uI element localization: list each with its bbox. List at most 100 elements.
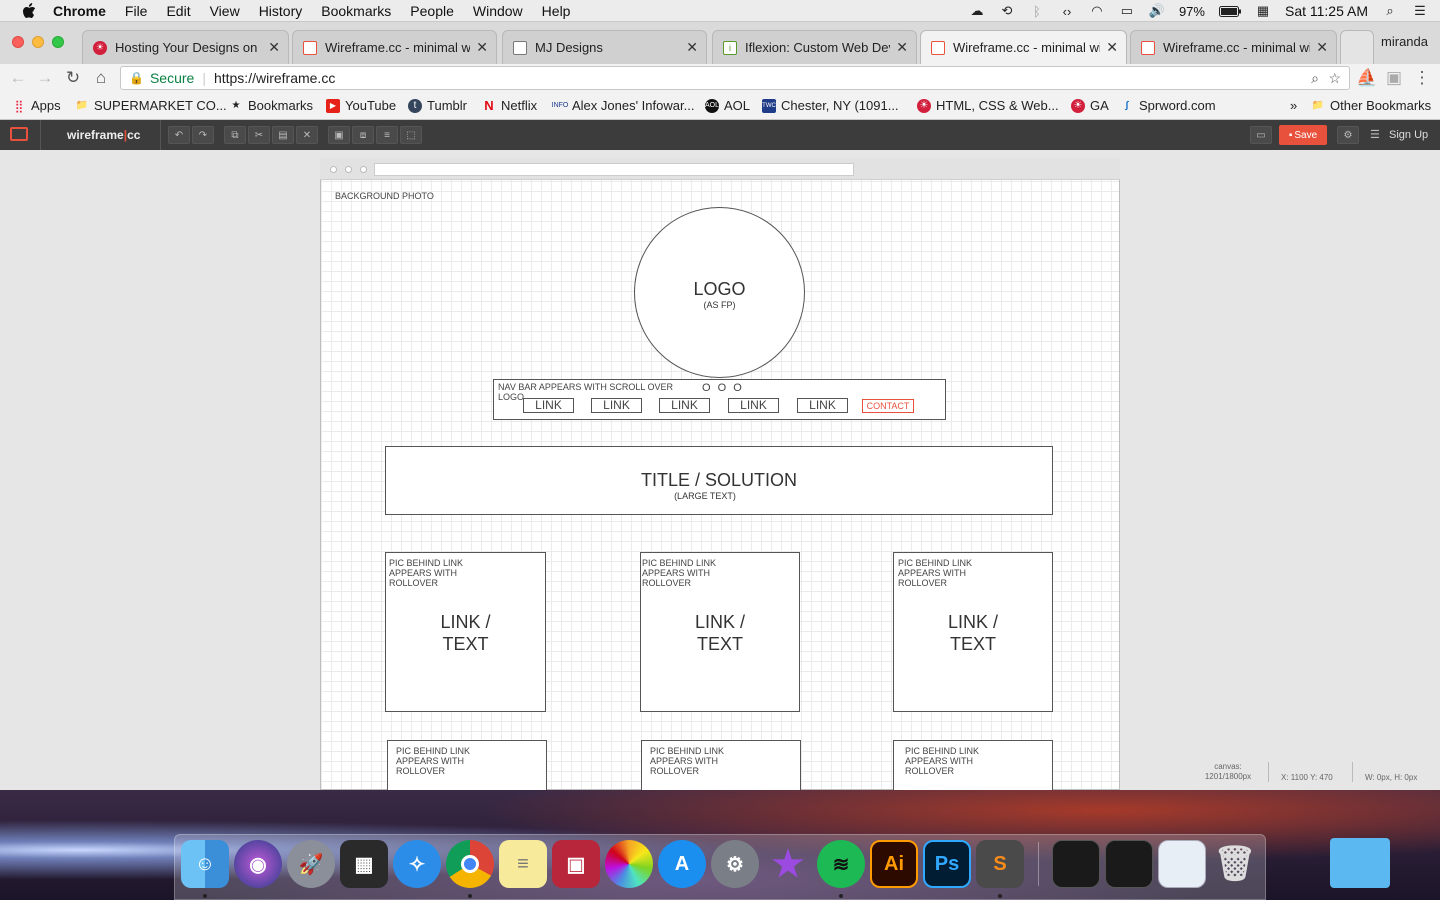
reload-icon[interactable]: ↻ (63, 68, 83, 88)
app-logo[interactable]: wireframe|cc (67, 128, 140, 142)
close-tab-icon[interactable]: ✕ (1106, 39, 1118, 56)
photo-booth-icon[interactable]: ▣ (552, 840, 600, 888)
lock-element-icon[interactable]: ▣ (328, 126, 350, 144)
notes-icon[interactable]: ≡ (499, 840, 547, 888)
time-machine-icon[interactable]: ⟲ (999, 3, 1015, 18)
save-button[interactable]: ▪ Save (1279, 125, 1327, 145)
nav-link-1[interactable]: LINK (523, 398, 574, 413)
sublime-text-icon[interactable]: S (976, 840, 1024, 888)
siri-icon[interactable]: ◉ (234, 840, 282, 888)
nav-contact-link[interactable]: CONTACT (862, 399, 914, 413)
app-store-icon[interactable]: A (658, 840, 706, 888)
menu-help[interactable]: Help (542, 3, 571, 19)
bookmark-supermarket[interactable]: 📁 SUPERMARKET CO... (75, 98, 227, 113)
battery-percent[interactable]: 97% (1179, 4, 1205, 19)
bluetooth-icon[interactable]: ᛒ (1029, 4, 1045, 19)
align-icon[interactable]: ≡ (376, 126, 398, 144)
home-icon[interactable]: ⌂ (91, 68, 111, 88)
menu-view[interactable]: View (210, 3, 240, 19)
spotify-window-icon[interactable] (1105, 840, 1153, 888)
extension-2-icon[interactable]: ▣ (1384, 68, 1404, 88)
bookmark-aol[interactable]: AOL AOL (705, 98, 750, 113)
group-icon[interactable]: ⬚ (400, 126, 422, 144)
copy-icon[interactable]: ⧉ (224, 126, 246, 144)
bookmark-ga[interactable]: ☀ GA (1071, 98, 1109, 113)
bookmark-star-icon[interactable]: ☆ (1328, 70, 1341, 87)
system-preferences-icon[interactable]: ⚙ (711, 840, 759, 888)
mission-control-icon[interactable]: ▦ (340, 840, 388, 888)
close-tab-icon[interactable]: ✕ (268, 39, 280, 56)
address-bar[interactable]: 🔒 Secure | https://wireframe.cc ⌕ ☆ (120, 66, 1350, 90)
profile-name[interactable]: miranda (1381, 34, 1428, 49)
close-tab-icon[interactable]: ✕ (476, 39, 488, 56)
safari-icon[interactable]: ✧ (393, 840, 441, 888)
menu-window[interactable]: Window (473, 3, 523, 19)
spotlight-icon[interactable]: ⌕ (1382, 3, 1398, 18)
zoom-icon[interactable]: ⌕ (1311, 70, 1319, 87)
forward-arrow-icon[interactable]: → (35, 68, 55, 88)
apple-icon[interactable] (22, 2, 36, 19)
tab-wireframe-1[interactable]: Wireframe.cc - minimal wire ✕ (292, 30, 497, 64)
clock[interactable]: Sat 11:25 AM (1285, 3, 1368, 19)
close-window-button[interactable] (12, 36, 24, 48)
wifi-icon[interactable]: ◠ (1089, 3, 1105, 18)
tab-mj-designs[interactable]: MJ Designs ✕ (502, 30, 707, 64)
menu-bookmarks[interactable]: Bookmarks (321, 3, 391, 19)
battery-icon[interactable] (1218, 4, 1241, 18)
app-menu-icon[interactable] (10, 127, 28, 141)
sign-up-link[interactable]: Sign Up (1389, 129, 1428, 141)
volume-icon[interactable]: 🔊 (1149, 3, 1165, 18)
bookmark-tumblr[interactable]: t Tumblr (408, 98, 467, 113)
tab-wireframe-active[interactable]: Wireframe.cc - minimal wire ✕ (920, 30, 1127, 64)
background-photo-label[interactable]: BACKGROUND PHOTO (335, 191, 434, 201)
nav-link-5[interactable]: LINK (797, 398, 848, 413)
bookmark-netflix[interactable]: N Netflix (482, 98, 537, 113)
chrome-menu-icon[interactable]: ⋮ (1412, 68, 1432, 88)
bookmark-bookmarks[interactable]: ★ Bookmarks (229, 98, 314, 113)
close-tab-icon[interactable]: ✕ (1316, 39, 1328, 56)
url-text[interactable]: https://wireframe.cc (214, 70, 335, 86)
folder-icon[interactable] (1330, 838, 1390, 888)
undo-icon[interactable]: ↶ (168, 126, 190, 144)
menu-history[interactable]: History (259, 3, 303, 19)
menu-people[interactable]: People (410, 3, 454, 19)
tab-wireframe-3[interactable]: Wireframe.cc - minimal wire ✕ (1130, 30, 1337, 64)
settings-icon[interactable]: ⚙ (1337, 126, 1359, 144)
menu-file[interactable]: File (125, 3, 148, 19)
bookmarks-overflow-icon[interactable]: » (1290, 98, 1297, 113)
bookmark-apps[interactable]: ⣿ Apps (12, 98, 61, 113)
zoom-window-button[interactable] (52, 36, 64, 48)
bookmark-chester-weather[interactable]: TWC Chester, NY (1091... (762, 98, 899, 113)
launchpad-icon[interactable]: 🚀 (287, 840, 335, 888)
bookmark-other[interactable]: 📁 Other Bookmarks (1311, 98, 1431, 113)
creative-cloud-icon[interactable]: ☁ (969, 3, 985, 18)
bookmark-youtube[interactable]: ▶ YouTube (326, 98, 396, 113)
redo-icon[interactable]: ↷ (192, 126, 214, 144)
finder-icon[interactable]: ☺ (181, 840, 229, 888)
back-arrow-icon[interactable]: ← (8, 68, 28, 88)
paste-icon[interactable]: ▤ (272, 126, 294, 144)
delete-icon[interactable]: ✕ (296, 126, 318, 144)
menu-edit[interactable]: Edit (166, 3, 190, 19)
spotify-icon[interactable]: ≋ (817, 840, 865, 888)
notification-center-icon[interactable]: ☰ (1412, 3, 1428, 18)
nav-link-3[interactable]: LINK (659, 398, 710, 413)
tab-hosting[interactable]: ☀ Hosting Your Designs on | ✕ (82, 30, 289, 64)
terminal-window-icon[interactable] (1052, 840, 1100, 888)
illustrator-icon[interactable]: Ai (870, 840, 918, 888)
hamburger-icon[interactable]: ☰ (1370, 128, 1380, 141)
cut-icon[interactable]: ✂ (248, 126, 270, 144)
extension-icon[interactable]: ⛵ (1356, 68, 1377, 88)
comment-icon[interactable]: ▭ (1250, 126, 1272, 144)
chrome-icon[interactable] (446, 840, 494, 888)
nav-link-4[interactable]: LINK (728, 398, 779, 413)
close-tab-icon[interactable]: ✕ (686, 39, 698, 56)
nav-link-2[interactable]: LINK (591, 398, 642, 413)
arrange-icon[interactable]: ⧈ (352, 126, 374, 144)
calendar-icon[interactable]: ▦ (1255, 3, 1271, 18)
new-tab-button[interactable] (1340, 30, 1374, 64)
imovie-icon[interactable]: ★ (764, 840, 812, 888)
calendar-window-icon[interactable] (1158, 840, 1206, 888)
close-tab-icon[interactable]: ✕ (896, 39, 908, 56)
bookmark-infowars[interactable]: INFO Alex Jones' Infowar... (552, 98, 695, 113)
